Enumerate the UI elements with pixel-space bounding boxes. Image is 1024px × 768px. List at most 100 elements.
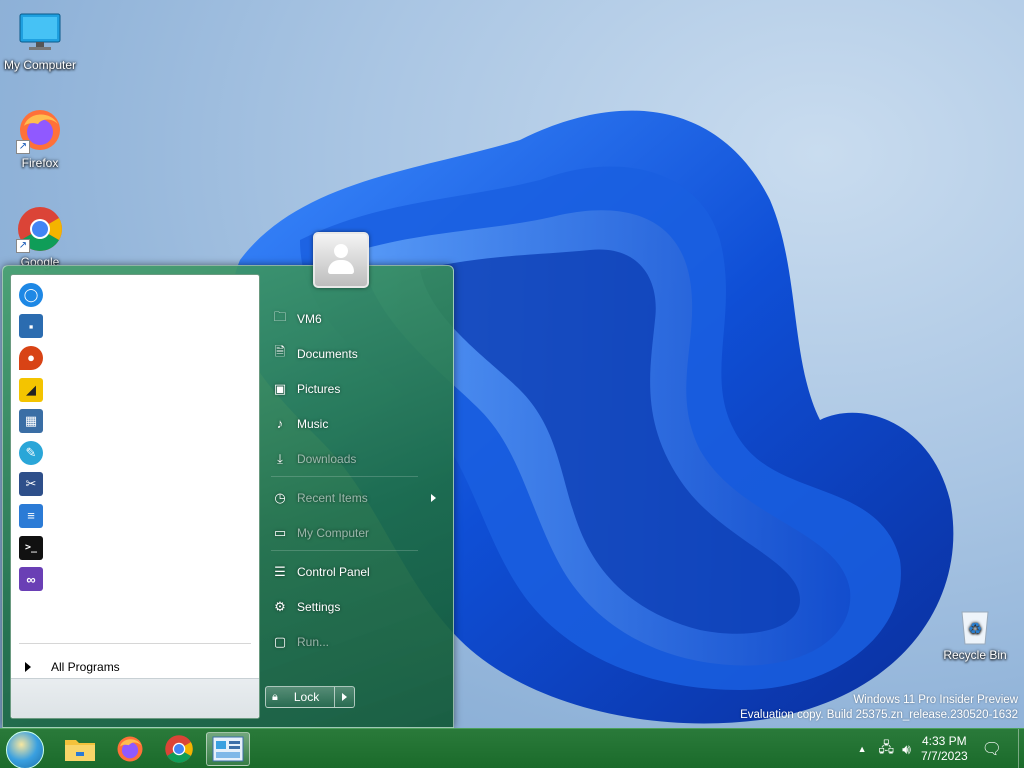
places-label: Documents bbox=[297, 346, 358, 361]
picture-icon: ▣ bbox=[273, 380, 287, 396]
control-panel-icon bbox=[212, 736, 244, 762]
places-label: Music bbox=[297, 416, 329, 431]
clock[interactable]: 4:33 PM 7/7/2023 bbox=[921, 734, 968, 764]
desktop-icon-recycle-bin[interactable]: ♻ Recycle Bin bbox=[935, 606, 1015, 662]
pinned-item-maps[interactable]: ● bbox=[15, 342, 255, 374]
clock-icon: ◷ bbox=[274, 489, 286, 505]
chrome-icon bbox=[165, 735, 193, 763]
power-options-arrow-button[interactable] bbox=[335, 686, 355, 708]
places-item-vm6[interactable]: 🗀 VM6 bbox=[263, 301, 448, 336]
start-button[interactable] bbox=[6, 731, 44, 768]
places-label: VM6 bbox=[297, 311, 322, 326]
desktop-icon-firefox[interactable]: ↗ Firefox bbox=[0, 106, 80, 170]
places-label: Pictures bbox=[297, 381, 341, 396]
desktop-icon-label: Recycle Bin bbox=[943, 648, 1007, 662]
start-menu-separator bbox=[19, 643, 251, 644]
places-item-downloads[interactable]: ⤓ Downloads bbox=[263, 441, 448, 476]
computer-icon: ▭ bbox=[273, 524, 287, 540]
shortcut-arrow-icon: ↗ bbox=[16, 140, 30, 154]
control-panel-icon: ☰ bbox=[274, 563, 286, 579]
places-item-settings[interactable]: ⚙ Settings bbox=[263, 589, 448, 624]
places-item-run[interactable]: ▢ Run... bbox=[263, 624, 448, 659]
places-item-pictures[interactable]: ▣ Pictures bbox=[263, 371, 448, 406]
all-programs-label: All Programs bbox=[51, 660, 120, 674]
pinned-item-paint[interactable]: ✎ bbox=[15, 437, 255, 469]
snipping-tool-icon: ✂ bbox=[19, 472, 43, 497]
document-icon: 🗎 bbox=[274, 343, 286, 359]
user-avatar[interactable] bbox=[313, 232, 369, 288]
clock-time: 4:33 PM bbox=[921, 734, 967, 748]
notifications-icon[interactable]: 🗨︎ bbox=[982, 739, 1002, 759]
pinned-item-sticky-notes[interactable]: ◢ bbox=[15, 374, 255, 406]
volume-icon[interactable]: 🔊︎ bbox=[902, 741, 911, 758]
places-label: Downloads bbox=[297, 451, 357, 466]
places-label: Control Panel bbox=[297, 564, 370, 579]
sticky-notes-icon: ◢ bbox=[19, 377, 43, 402]
taskbar-firefox[interactable] bbox=[108, 732, 152, 766]
places-item-my-computer[interactable]: ▭ My Computer bbox=[263, 515, 448, 550]
places-item-control-panel[interactable]: ☰ Control Panel bbox=[263, 554, 448, 589]
desktop-icon-my-computer[interactable]: My Computer bbox=[0, 8, 80, 72]
calculator-icon: ▦ bbox=[19, 409, 43, 434]
network-icon[interactable]: 🖧︎ bbox=[879, 737, 895, 761]
places-label: Recent Items bbox=[297, 490, 368, 505]
clock-date: 7/7/2023 bbox=[920, 749, 968, 763]
firefox-icon: ↗ bbox=[16, 106, 64, 154]
taskbar-control-panel[interactable] bbox=[206, 732, 250, 766]
chevron-right-icon bbox=[342, 693, 347, 701]
chrome-icon: ↗ bbox=[16, 205, 64, 253]
places-item-recent-items[interactable]: ◷ Recent Items bbox=[263, 480, 448, 515]
places-label: My Computer bbox=[297, 525, 370, 540]
user-head-icon bbox=[334, 244, 348, 258]
places-item-documents[interactable]: 🗎 Documents bbox=[263, 336, 448, 371]
chevron-up-icon[interactable]: ▲ bbox=[858, 744, 867, 754]
file-explorer-icon bbox=[65, 740, 95, 761]
start-menu-places-pane: 🗀 VM6 🗎 Documents ▣ Pictures ♪ Music ⤓ Downlo… bbox=[263, 301, 448, 659]
system-tray: ▲ 🖧︎ 🔊︎ 4:33 PM 7/7/2023 🗨︎ bbox=[858, 729, 1024, 768]
pinned-item-visual-studio-installer[interactable]: ∞ bbox=[15, 563, 255, 595]
places-label: Run... bbox=[297, 634, 330, 649]
notepad-icon: ≡ bbox=[19, 503, 43, 528]
run-icon: ▢ bbox=[273, 633, 287, 649]
music-note-icon: ♪ bbox=[276, 416, 284, 431]
taskbar-chrome[interactable] bbox=[157, 732, 201, 766]
gear-icon: ⚙ bbox=[274, 598, 286, 614]
taskbar-file-explorer[interactable] bbox=[58, 732, 102, 766]
firefox-icon bbox=[117, 736, 143, 762]
desktop-icon-google[interactable]: ↗ Google bbox=[0, 205, 80, 269]
evaluation-watermark: Windows 11 Pro Insider Preview Evaluatio… bbox=[740, 693, 1018, 723]
get-help-icon: ▪ bbox=[19, 314, 43, 339]
user-body-icon bbox=[328, 260, 354, 274]
pinned-item-notepad[interactable]: ≡ bbox=[15, 500, 255, 532]
lock-button-group: 🔒︎ Lock bbox=[265, 686, 355, 708]
watermark-line-1: Windows 11 Pro Insider Preview bbox=[853, 694, 1018, 706]
show-desktop-button[interactable] bbox=[1018, 729, 1024, 768]
places-item-music[interactable]: ♪ Music bbox=[263, 406, 448, 441]
pinned-item-tips[interactable]: ◯ bbox=[15, 279, 255, 311]
chevron-right-icon bbox=[431, 493, 436, 502]
start-search-area[interactable] bbox=[11, 678, 259, 718]
pinned-item-get-help[interactable]: ▪ bbox=[15, 311, 255, 343]
chevron-right-icon bbox=[25, 662, 31, 672]
desktop-icon-label: Firefox bbox=[21, 156, 59, 170]
start-menu: ◯ ▪ ● ◢ ▦ ✎ ✂ ≡ >_ ∞ All Programs 🗀 VM6 🗎… bbox=[2, 265, 454, 728]
lock-icon: 🔒︎ bbox=[272, 690, 278, 703]
lock-label: Lock bbox=[293, 690, 320, 704]
all-programs-button[interactable]: All Programs bbox=[19, 653, 251, 681]
paint-icon: ✎ bbox=[19, 440, 43, 465]
pinned-item-calculator[interactable]: ▦ bbox=[15, 405, 255, 437]
pinned-item-terminal[interactable]: >_ bbox=[15, 532, 255, 564]
watermark-line-2: Evaluation copy. Build 25375.zn_release.… bbox=[740, 709, 1018, 721]
user-folder-icon: 🗀 bbox=[273, 308, 287, 324]
tips-icon: ◯ bbox=[19, 282, 43, 307]
lock-button[interactable]: 🔒︎ Lock bbox=[265, 686, 335, 708]
start-menu-programs-pane: ◯ ▪ ● ◢ ▦ ✎ ✂ ≡ >_ ∞ All Programs bbox=[10, 274, 260, 719]
maps-icon: ● bbox=[19, 345, 43, 370]
svg-text:♻: ♻ bbox=[968, 619, 982, 638]
terminal-icon: >_ bbox=[19, 535, 43, 560]
shortcut-arrow-icon: ↗ bbox=[16, 239, 30, 253]
pinned-item-snipping-tool[interactable]: ✂ bbox=[15, 469, 255, 501]
monitor-icon bbox=[16, 8, 64, 56]
places-label: Settings bbox=[297, 599, 341, 614]
visual-studio-installer-icon: ∞ bbox=[19, 567, 43, 592]
